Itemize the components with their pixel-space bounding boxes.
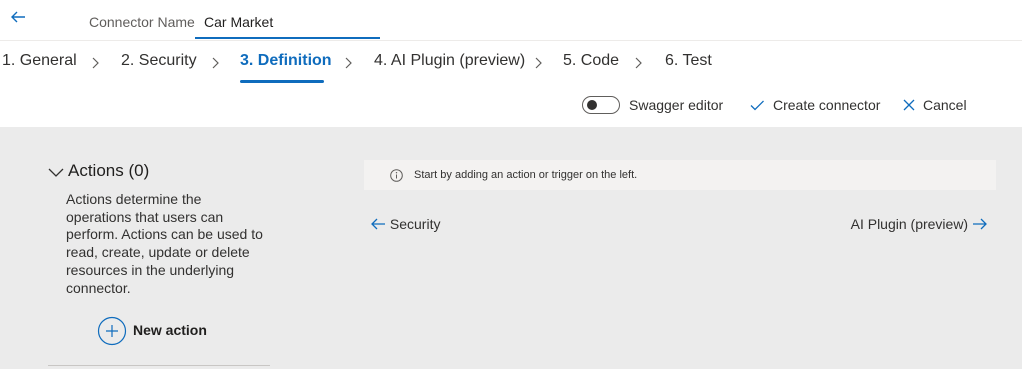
step-test[interactable]: 6. Test [665, 52, 712, 70]
plus-circle-icon[interactable] [97, 316, 127, 346]
active-step-indicator [240, 80, 324, 83]
previous-step-label: Security [389, 216, 441, 232]
connector-name-label: Connector Name [89, 14, 195, 30]
chevron-right-icon [211, 56, 221, 69]
connector-name-underline [195, 37, 380, 39]
actions-section-title[interactable]: Actions (0) [68, 161, 149, 181]
step-code[interactable]: 5. Code [563, 52, 619, 70]
chevron-down-icon[interactable] [48, 166, 64, 184]
previous-step-link[interactable]: Security [370, 216, 440, 234]
arrow-left-icon [370, 217, 386, 234]
next-step-link[interactable]: AI Plugin (preview) [851, 216, 988, 234]
chevron-right-icon [91, 56, 101, 69]
chevron-right-icon [534, 56, 544, 69]
toggle-knob [587, 100, 597, 110]
step-security[interactable]: 2. Security [121, 52, 197, 70]
swagger-editor-label: Swagger editor [629, 97, 724, 113]
close-icon [901, 97, 917, 118]
chevron-right-icon [344, 56, 354, 69]
step-definition[interactable]: 3. Definition [240, 52, 332, 70]
actions-description: Actions determine the operations that us… [66, 191, 263, 296]
new-action-button[interactable]: New action [133, 322, 207, 338]
step-ai-plugin[interactable]: 4. AI Plugin (preview) [374, 52, 525, 70]
step-general[interactable]: 1. General [2, 52, 77, 70]
arrow-right-icon [972, 217, 988, 234]
actions-divider [48, 365, 270, 366]
checkmark-icon [749, 97, 765, 118]
swagger-editor-toggle[interactable] [582, 96, 620, 114]
next-step-label: AI Plugin (preview) [850, 216, 969, 232]
back-arrow-icon[interactable] [10, 9, 26, 30]
info-icon [390, 169, 403, 187]
info-message-text: Start by adding an action or trigger on … [414, 169, 638, 181]
cancel-button[interactable]: Cancel [923, 97, 967, 113]
connector-name-field[interactable]: Car Market [204, 14, 273, 30]
create-connector-button[interactable]: Create connector [773, 97, 880, 113]
chevron-right-icon [634, 56, 644, 69]
